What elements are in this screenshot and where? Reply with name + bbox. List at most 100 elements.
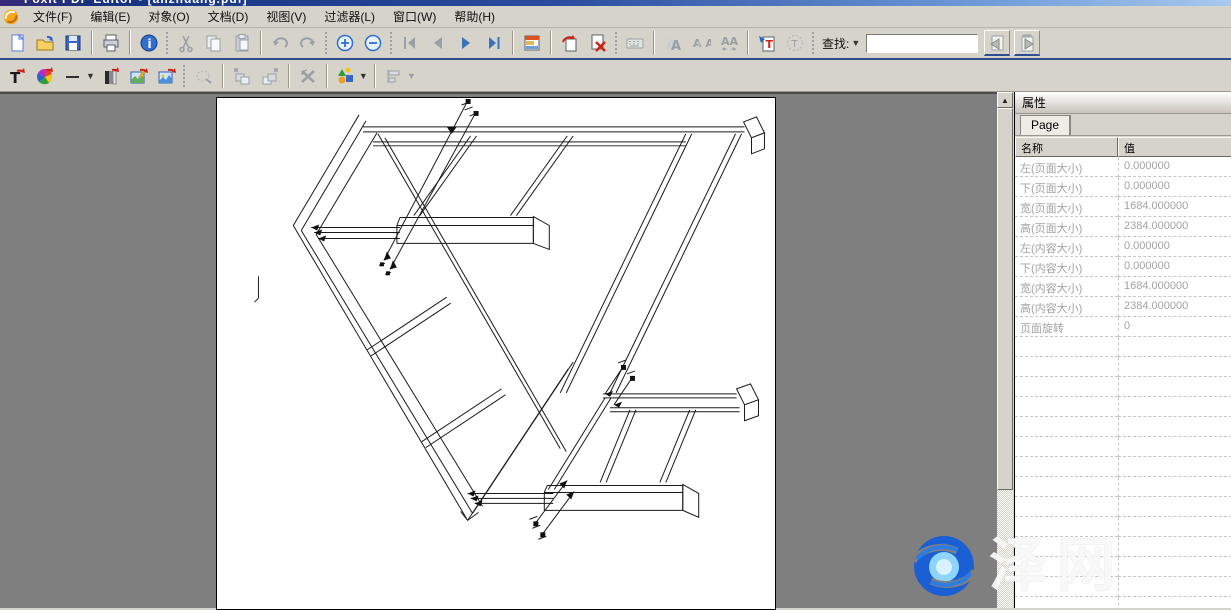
toolbar-grip[interactable] xyxy=(183,65,186,87)
first-page-button[interactable] xyxy=(397,30,423,56)
cut-button[interactable] xyxy=(173,30,199,56)
font-button[interactable]: AA xyxy=(660,30,686,56)
menu-item[interactable]: 文档(D) xyxy=(199,8,258,26)
edit-image-button[interactable] xyxy=(126,63,152,89)
property-row[interactable]: 高(内容大小)2384.000000 xyxy=(1015,297,1231,317)
open-file-button[interactable] xyxy=(32,30,58,56)
property-row[interactable]: 下(页面大小)0.000000 xyxy=(1015,177,1231,197)
menu-item[interactable]: 对象(O) xyxy=(139,8,198,26)
tab-page[interactable]: Page xyxy=(1020,115,1070,135)
document-app-icon[interactable] xyxy=(2,8,20,26)
bring-forward-button[interactable] xyxy=(257,63,283,89)
replace-image-button[interactable] xyxy=(154,63,180,89)
scroll-up-button[interactable]: ▲ xyxy=(997,92,1013,108)
property-row[interactable] xyxy=(1015,477,1231,497)
char-spacing-button[interactable]: A A xyxy=(688,30,714,56)
last-page-button[interactable] xyxy=(481,30,507,56)
rotate-page-button[interactable] xyxy=(557,30,583,56)
new-document-button[interactable] xyxy=(4,30,30,56)
document-canvas[interactable] xyxy=(0,92,997,608)
toolbar-grip[interactable] xyxy=(324,32,327,54)
toolbar-grip[interactable] xyxy=(614,32,617,54)
document-info-button[interactable]: i xyxy=(136,30,162,56)
find-input[interactable] xyxy=(866,34,978,53)
property-row[interactable] xyxy=(1015,577,1231,597)
property-row[interactable] xyxy=(1015,357,1231,377)
text-circle-button[interactable]: T xyxy=(782,30,808,56)
property-row[interactable]: 高(页面大小)2384.000000 xyxy=(1015,217,1231,237)
property-row[interactable] xyxy=(1015,557,1231,577)
find-previous-button[interactable] xyxy=(984,30,1010,56)
delete-object-button[interactable] xyxy=(295,63,321,89)
property-row[interactable]: 下(内容大小)0.000000 xyxy=(1015,257,1231,277)
property-row[interactable]: 左(内容大小)0.000000 xyxy=(1015,237,1231,257)
copy-button[interactable] xyxy=(201,30,227,56)
print-button[interactable] xyxy=(98,30,124,56)
char-scale-button[interactable]: AA xyxy=(716,30,742,56)
find-dropdown-arrow[interactable]: ▼ xyxy=(851,38,860,48)
menu-item[interactable]: 过滤器(L) xyxy=(315,8,384,26)
property-row[interactable] xyxy=(1015,537,1231,557)
redo-button[interactable] xyxy=(295,30,321,56)
previous-page-button[interactable] xyxy=(425,30,451,56)
toolbar-grip[interactable] xyxy=(389,32,392,54)
properties-panel: 属性 Page 名称 值 左(页面大小)0.000000下(页面大小)0.000… xyxy=(1014,92,1231,608)
select-object-button[interactable] xyxy=(191,63,217,89)
menu-item[interactable]: 编辑(E) xyxy=(81,8,139,26)
menu-item[interactable]: 视图(V) xyxy=(257,8,315,26)
property-row[interactable] xyxy=(1015,397,1231,417)
zoom-out-button[interactable] xyxy=(360,30,386,56)
column-header-value[interactable]: 值 xyxy=(1118,137,1231,157)
delete-page-button[interactable] xyxy=(585,30,611,56)
property-row[interactable] xyxy=(1015,377,1231,397)
align-dropdown-arrow[interactable]: ▼ xyxy=(407,71,416,81)
align-objects-button[interactable] xyxy=(381,63,407,89)
property-row[interactable]: 宽(页面大小)1684.000000 xyxy=(1015,197,1231,217)
column-header-name[interactable]: 名称 xyxy=(1015,137,1118,157)
shading-tool-button[interactable] xyxy=(98,63,124,89)
pdf-page[interactable] xyxy=(216,97,776,610)
scrollbar-thumb[interactable] xyxy=(997,108,1013,490)
property-row[interactable] xyxy=(1015,337,1231,357)
find-label: 查找: xyxy=(822,35,849,52)
undo-button[interactable] xyxy=(267,30,293,56)
insert-shape-button[interactable] xyxy=(333,63,359,89)
separator xyxy=(260,31,262,55)
main-area: ▲ 属性 Page 名称 值 左(页面大小)0.000000下(页面大小)0.0… xyxy=(0,92,1231,608)
add-text-button[interactable]: T xyxy=(4,63,30,89)
property-row[interactable]: 宽(内容大小)1684.000000 xyxy=(1015,277,1231,297)
zoom-in-button[interactable] xyxy=(332,30,358,56)
property-row[interactable] xyxy=(1015,457,1231,477)
vertical-scrollbar[interactable]: ▲ xyxy=(997,92,1013,608)
svg-text:A: A xyxy=(671,39,681,53)
line-tool-dropdown-arrow[interactable]: ▼ xyxy=(86,71,95,81)
save-button[interactable] xyxy=(60,30,86,56)
next-page-button[interactable] xyxy=(453,30,479,56)
keyboard-button[interactable] xyxy=(622,30,648,56)
menu-item[interactable]: 帮助(H) xyxy=(445,8,504,26)
line-tool-button[interactable] xyxy=(60,63,86,89)
insert-shape-dropdown-arrow[interactable]: ▼ xyxy=(359,71,368,81)
menu-item[interactable]: 窗口(W) xyxy=(384,8,445,26)
separator xyxy=(288,64,290,88)
property-row[interactable] xyxy=(1015,497,1231,517)
property-row[interactable] xyxy=(1015,597,1231,608)
toolbar-grip[interactable] xyxy=(165,32,168,54)
property-row[interactable] xyxy=(1015,517,1231,537)
send-backward-button[interactable] xyxy=(229,63,255,89)
property-row[interactable] xyxy=(1015,437,1231,457)
add-color-button[interactable] xyxy=(32,63,58,89)
toolbar-grip[interactable] xyxy=(811,32,814,54)
paste-button[interactable] xyxy=(229,30,255,56)
separator xyxy=(374,64,376,88)
panel-title: 属性 xyxy=(1015,92,1231,114)
property-row[interactable] xyxy=(1015,417,1231,437)
find-next-button[interactable] xyxy=(1014,30,1040,56)
svg-text:A A: A A xyxy=(693,37,711,50)
page-layout-button[interactable] xyxy=(519,30,545,56)
panel-tabs: Page xyxy=(1015,114,1231,136)
menu-item[interactable]: 文件(F) xyxy=(24,8,81,26)
property-row[interactable]: 左(页面大小)0.000000 xyxy=(1015,157,1231,177)
insert-text-button[interactable]: T xyxy=(754,30,780,56)
property-row[interactable]: 页面旋转0 xyxy=(1015,317,1231,337)
